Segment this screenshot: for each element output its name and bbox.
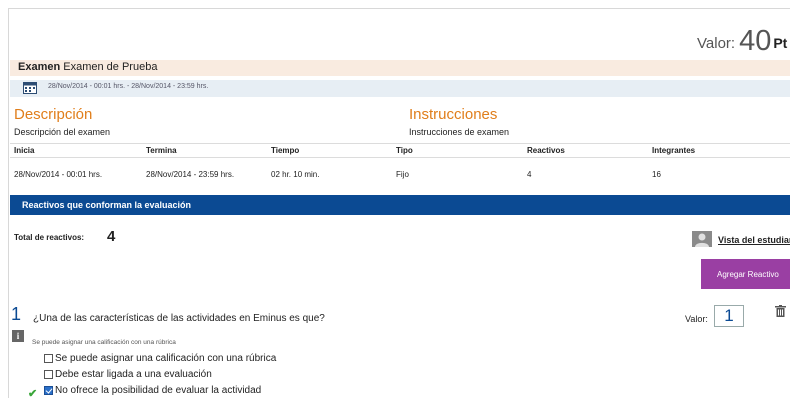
question-number: 1 — [11, 304, 22, 324]
checkmark-icon: ✔ — [28, 388, 38, 400]
add-item-button[interactable]: Agregar Reactivo — [701, 259, 790, 289]
user-icon[interactable] — [692, 231, 712, 247]
total-items-count: 4 — [107, 228, 116, 245]
option-label: No ofrece la posibilidad de evaluar la a… — [55, 385, 262, 396]
answer-option[interactable]: Debe estar ligada a una evaluación — [44, 369, 212, 380]
calendar-icon — [23, 82, 37, 94]
exam-value-number: 40 — [739, 25, 772, 57]
cell-tiempo: 02 hr. 10 min. — [271, 170, 320, 179]
exam-title-bar: Examen Examen de Prueba — [10, 60, 790, 76]
question-value-field[interactable]: 1 — [714, 305, 744, 327]
question-value-label: Valor: — [685, 314, 708, 324]
exam-value-unit: Pt — [773, 35, 788, 51]
info-icon: i — [12, 330, 24, 342]
divider — [10, 157, 790, 158]
option-checkbox-checked[interactable] — [44, 386, 53, 395]
question-text: ¿Una de las características de las activ… — [33, 313, 325, 324]
divider — [10, 143, 790, 144]
cell-reactivos: 4 — [527, 170, 532, 179]
col-header-reactivos: Reactivos — [527, 146, 565, 155]
student-view-link[interactable]: Vista del estudiant — [718, 235, 790, 245]
option-label: Debe estar ligada a una evaluación — [55, 369, 212, 380]
col-header-termina: Termina — [146, 146, 177, 155]
exam-value: Valor: 40 Pt — [697, 25, 787, 58]
cell-integrantes: 16 — [652, 170, 661, 179]
section-title: Reactivos que conforman la evaluación — [22, 200, 192, 210]
col-header-tipo: Tipo — [396, 146, 413, 155]
trash-icon[interactable] — [775, 305, 786, 317]
cell-termina: 28/Nov/2014 - 23:59 hrs. — [146, 170, 235, 179]
total-items-label: Total de reactivos: — [14, 233, 85, 242]
answer-option[interactable]: No ofrece la posibilidad de evaluar la a… — [44, 385, 261, 396]
option-label: Se puede asignar una calificación con un… — [55, 353, 277, 364]
exam-value-label: Valor: — [697, 35, 736, 52]
description-title: Descripción — [14, 106, 93, 123]
cell-tipo: Fijo — [396, 170, 409, 179]
exam-date-range: 28/Nov/2014 - 00:01 hrs. - 28/Nov/2014 -… — [48, 83, 209, 90]
col-header-integrantes: Integrantes — [652, 146, 696, 155]
cell-inicia: 28/Nov/2014 - 00:01 hrs. — [14, 170, 103, 179]
question-hint: Se puede asignar una calificación con un… — [32, 339, 176, 346]
instructions-text: Instrucciones de examen — [409, 127, 510, 137]
description-text: Descripción del examen — [14, 127, 111, 137]
option-checkbox[interactable] — [44, 354, 53, 363]
exam-kind: Examen — [18, 61, 61, 73]
answer-option[interactable]: Se puede asignar una calificación con un… — [44, 353, 276, 364]
instructions-title: Instrucciones — [409, 106, 498, 123]
exam-name: Examen de Prueba — [63, 61, 158, 73]
option-checkbox[interactable] — [44, 370, 53, 379]
section-header: Reactivos que conforman la evaluación — [10, 195, 790, 215]
exam-date-bar: 28/Nov/2014 - 00:01 hrs. - 28/Nov/2014 -… — [10, 80, 790, 97]
col-header-tiempo: Tiempo — [271, 146, 300, 155]
col-header-inicia: Inicia — [14, 146, 35, 155]
exam-title: Examen Examen de Prueba — [18, 61, 157, 73]
